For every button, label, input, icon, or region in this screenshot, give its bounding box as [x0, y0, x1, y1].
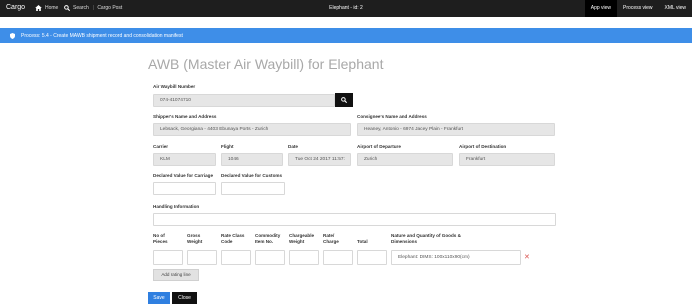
- search-icon: [341, 97, 347, 103]
- departure-label: Airport of Departure: [357, 144, 401, 149]
- handling-input[interactable]: [153, 213, 556, 226]
- nav-cargo-post[interactable]: | Cargo Post: [93, 5, 122, 11]
- col-nature-label: Nature and Quantity of Goods & Dimension…: [391, 233, 461, 244]
- rate-charge-input[interactable]: [323, 250, 353, 265]
- col-pieces: No of Pieces: [153, 233, 179, 245]
- awb-label: Air Waybill Number: [153, 84, 196, 89]
- nature-input[interactable]: Elephant: DIMS: 100x110x90(cm): [391, 250, 521, 265]
- col-chargeable-label: Chargeable Weight: [289, 233, 315, 244]
- col-rate-class: Rate Class Code: [221, 233, 247, 245]
- top-navbar: Cargo Home Search | Cargo Post Elephant …: [0, 0, 692, 17]
- tab-app-view[interactable]: App view: [584, 0, 618, 17]
- save-button[interactable]: Save: [148, 292, 170, 304]
- close-button[interactable]: Close: [172, 292, 197, 304]
- divider-icon: |: [93, 5, 95, 11]
- destination-field[interactable]: Frankfurt: [459, 153, 555, 166]
- total-input[interactable]: [357, 250, 387, 265]
- chargeable-weight-input[interactable]: [289, 250, 319, 265]
- consignee-label: Consignee's Name and Address: [357, 114, 427, 119]
- tab-xml-view[interactable]: XML view: [659, 0, 692, 17]
- commodity-input[interactable]: [255, 250, 285, 265]
- nav-search[interactable]: Search: [64, 5, 89, 11]
- col-total-label: Total: [357, 239, 368, 244]
- rate-class-input[interactable]: [221, 250, 251, 265]
- process-label: Process: 5.4 - Create MAWB shipment reco…: [21, 32, 183, 39]
- remove-line-icon[interactable]: ✕: [524, 253, 530, 261]
- col-rate-class-label: Rate Class Code: [221, 233, 245, 244]
- tab-process-view[interactable]: Process view: [617, 0, 658, 17]
- page-title: AWB (Master Air Waybill) for Elephant: [148, 56, 384, 72]
- col-gross-label: Gross Weight: [187, 233, 203, 244]
- shield-icon: [10, 32, 15, 39]
- carriage-value-input[interactable]: [153, 182, 216, 195]
- departure-field[interactable]: Zurich: [357, 153, 453, 166]
- shipper-field[interactable]: Lebsack, Georgiana - 4403 Ebunaya Ports …: [153, 123, 351, 136]
- carriage-label: Declared Value for Carriage: [153, 173, 214, 178]
- date-field[interactable]: Tue Oct 24 2017 11:57:: [288, 153, 351, 166]
- home-icon: [35, 5, 42, 11]
- carrier-field[interactable]: KLM: [153, 153, 216, 166]
- col-commodity: Commodity Item No.: [255, 233, 285, 245]
- nav-home[interactable]: Home: [35, 5, 58, 11]
- pieces-input[interactable]: [153, 250, 183, 265]
- view-switcher: App view Process view XML view: [584, 0, 692, 17]
- process-banner: Process: 5.4 - Create MAWB shipment reco…: [0, 28, 692, 43]
- col-chargeable: Chargeable Weight: [289, 233, 319, 245]
- handling-label: Handling Information: [153, 204, 200, 209]
- col-pieces-label: No of Pieces: [153, 233, 168, 244]
- flight-label: Flight: [221, 144, 234, 149]
- destination-label: Airport of Destination: [459, 144, 507, 149]
- date-label: Date: [288, 144, 298, 149]
- flight-field[interactable]: 1046: [221, 153, 283, 166]
- nav-home-label: Home: [45, 5, 59, 11]
- customs-value-input[interactable]: [221, 182, 285, 195]
- awb-search-button[interactable]: [335, 93, 353, 107]
- add-rating-line-button[interactable]: Add rating line: [153, 269, 199, 281]
- customs-label: Declared Value for Customs: [221, 173, 283, 178]
- gross-weight-input[interactable]: [187, 250, 217, 265]
- carrier-label: Carrier: [153, 144, 169, 149]
- awb-number-field[interactable]: 074-41074710: [153, 94, 335, 107]
- shipper-label: Shipper's Name and Address: [153, 114, 217, 119]
- search-icon: [64, 5, 70, 11]
- consignee-field[interactable]: Heaney, Antonio - 6974 Jacey Plain - Fra…: [357, 123, 555, 136]
- col-gross: Gross Weight: [187, 233, 213, 245]
- nav-search-label: Search: [73, 5, 89, 11]
- col-rate: Rate/ Charge: [323, 233, 343, 245]
- col-total: Total: [357, 239, 368, 245]
- col-nature: Nature and Quantity of Goods & Dimension…: [391, 233, 471, 245]
- col-rate-label: Rate/ Charge: [323, 233, 339, 244]
- col-commodity-label: Commodity Item No.: [255, 233, 281, 244]
- nav-cargo-post-label: Cargo Post: [97, 5, 123, 11]
- brand-logo[interactable]: Cargo: [6, 4, 25, 11]
